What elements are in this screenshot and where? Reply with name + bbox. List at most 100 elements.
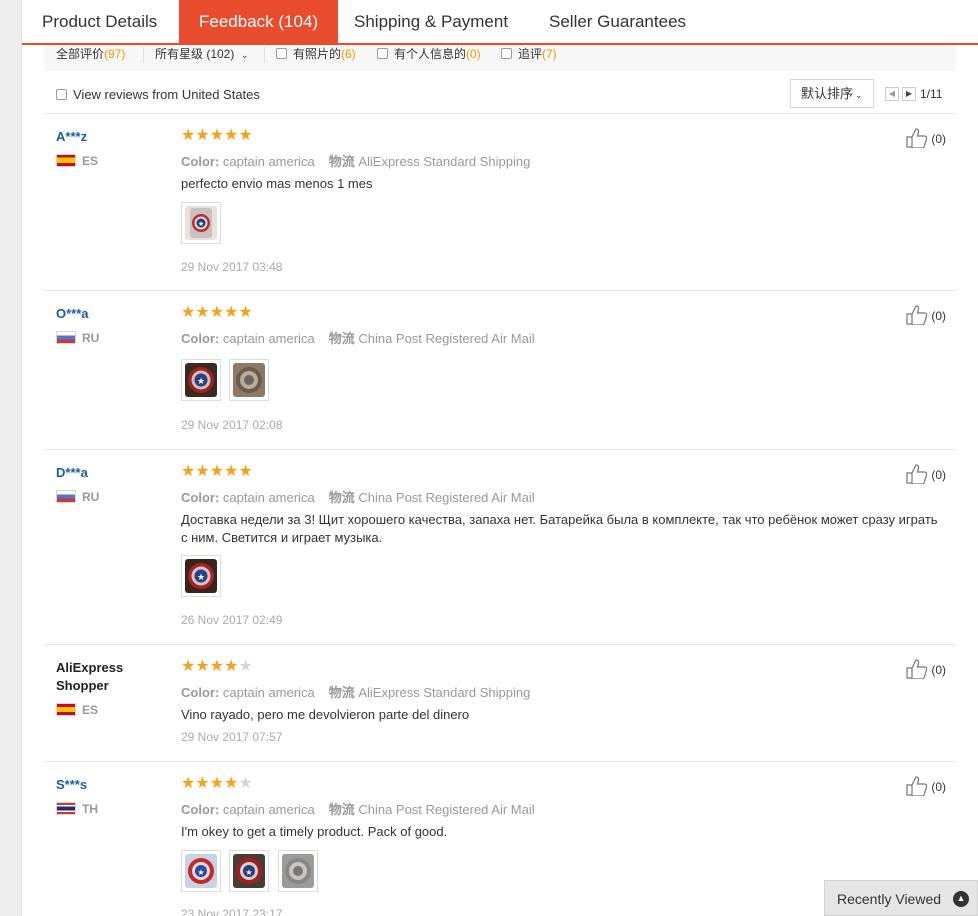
review-meta: Color: captain america 物流 China Post Regi… (181, 799, 535, 818)
checkbox[interactable] (56, 89, 67, 100)
filter-add-label: 追评 (518, 47, 543, 61)
svg-text:★: ★ (198, 220, 204, 228)
filter-with-photos[interactable]: 有照片的(6) (276, 45, 356, 63)
reviewer-country: RU (56, 331, 99, 345)
svg-text:★: ★ (197, 376, 205, 386)
filter-all-count: (97) (104, 47, 126, 61)
review-photo-thumbnail[interactable] (229, 359, 270, 401)
shield-icon: ★ (185, 854, 217, 888)
reviewer-country: RU (56, 490, 99, 504)
recently-viewed-button[interactable]: Recently Viewed ▲ (824, 880, 978, 916)
review-item: A***z ES ★★★★★ Color: captain america 物流 … (44, 114, 956, 291)
feedback-filter-bar: 全部评价(97) 所有星级 (102) ⌄ 有照片的(6) 有个人信息的(0) … (44, 45, 956, 71)
review-photo-thumbnail[interactable]: ★ (229, 850, 270, 892)
review-photos: ★ (181, 202, 225, 244)
product-tabs: Product Details Feedback (104) Shipping … (22, 0, 978, 45)
review-text: Vino rayado, pero me devolvieron parte d… (181, 707, 470, 722)
filter-info-count: (0) (466, 47, 481, 61)
color-label: Color: (181, 490, 220, 505)
reviewer-name[interactable]: AliExpress Shopper (56, 659, 166, 695)
checkbox[interactable] (276, 48, 287, 59)
review-photo-thumbnail[interactable]: ★ (181, 202, 221, 244)
review-date: 29 Nov 2017 02:08 (181, 418, 283, 432)
chevron-down-icon: ⌄ (855, 90, 863, 100)
page-indicator: 1/11 (920, 87, 943, 101)
filter-all-reviews[interactable]: 全部评价(97) (56, 45, 125, 63)
review-photo-thumbnail[interactable] (277, 850, 318, 892)
shield-icon: ★ (185, 363, 217, 397)
filter-star-rating-dropdown[interactable]: 所有星级 (102) ⌄ (155, 45, 248, 64)
filter-info-label: 有个人信息的 (394, 47, 467, 61)
logistics-label: 物流 (328, 685, 355, 700)
country-code: ES (82, 154, 99, 168)
country-code: TH (82, 802, 98, 816)
filter-all-label: 全部评价 (56, 47, 105, 61)
helpful-button[interactable]: (0) (906, 305, 946, 326)
helpful-count: (0) (931, 663, 946, 677)
review-item: S***s TH ★★★★★ Color: captain america 物流 … (44, 762, 956, 916)
review-item: O***a RU ★★★★★ Color: captain america 物流 … (44, 291, 956, 450)
tab-shipping-payment[interactable]: Shipping & Payment (334, 0, 528, 43)
filter-divider (264, 47, 265, 63)
shipping-method: AliExpress Standard Shipping (358, 685, 531, 700)
reviewer-country: ES (56, 703, 98, 717)
helpful-button[interactable]: (0) (906, 659, 946, 680)
review-date: 29 Nov 2017 03:48 (181, 260, 283, 274)
helpful-button[interactable]: (0) (906, 128, 946, 149)
checkbox[interactable] (377, 48, 388, 59)
tab-seller-guarantees[interactable]: Seller Guarantees (529, 0, 706, 43)
review-date: 26 Nov 2017 02:49 (181, 613, 283, 627)
reviewer-name[interactable]: O***a (56, 305, 166, 323)
reviewer-name[interactable]: S***s (56, 776, 166, 794)
filter-additional-feedback[interactable]: 追评(7) (501, 45, 557, 63)
shield-icon: ★ (233, 854, 266, 888)
thumbs-up-icon (906, 128, 928, 149)
shield-icon: ★ (185, 206, 217, 240)
color-label: Color: (181, 331, 220, 346)
russia-flag-icon (56, 331, 76, 344)
prev-page-button[interactable]: ◀ (885, 87, 899, 101)
svg-text:★: ★ (246, 868, 253, 877)
review-text: I'm okey to get a timely product. Pack o… (181, 824, 448, 839)
sort-label: 默认排序 (801, 86, 854, 101)
country-code: ES (82, 703, 99, 717)
sort-dropdown[interactable]: 默认排序 ⌄ (790, 79, 874, 108)
thumbs-up-icon (906, 776, 928, 797)
helpful-button[interactable]: (0) (906, 776, 946, 797)
review-photos: ★ (181, 359, 273, 401)
tab-feedback[interactable]: Feedback (104) (179, 0, 339, 45)
svg-text:★: ★ (197, 868, 204, 877)
thumbs-up-icon (906, 659, 928, 680)
review-photo-thumbnail[interactable]: ★ (181, 555, 221, 597)
russia-flag-icon (56, 490, 76, 503)
review-meta: Color: captain america 物流 China Post Regi… (181, 328, 535, 347)
review-photo-thumbnail[interactable]: ★ (181, 850, 221, 892)
country-code: RU (82, 331, 100, 345)
reviewer-name[interactable]: D***a (56, 464, 166, 482)
page-left-margin (0, 0, 22, 916)
thumbs-up-icon (906, 305, 928, 326)
filter-with-personal-info[interactable]: 有个人信息的(0) (377, 45, 481, 63)
thailand-flag-icon (56, 802, 76, 815)
us-reviews-filter[interactable]: View reviews from United States (56, 87, 260, 102)
color-label: Color: (181, 802, 220, 817)
filter-photo-label: 有照片的 (293, 47, 342, 61)
chevron-up-icon: ▲ (953, 891, 969, 907)
shipping-method: China Post Registered Air Mail (358, 331, 535, 346)
chevron-down-icon: ⌄ (240, 50, 249, 60)
review-meta: Color: captain america 物流 AliExpress Stan… (181, 682, 530, 701)
logistics-label: 物流 (328, 331, 355, 346)
helpful-button[interactable]: (0) (906, 464, 946, 485)
review-photo-thumbnail[interactable]: ★ (181, 359, 221, 401)
helpful-count: (0) (931, 468, 946, 482)
reviewer-name[interactable]: A***z (56, 128, 166, 146)
review-meta: Color: captain america 物流 AliExpress Stan… (181, 151, 530, 170)
review-photos: ★ ★ (181, 850, 322, 892)
shield-icon (233, 363, 266, 397)
next-page-button[interactable]: ▶ (902, 87, 916, 101)
checkbox[interactable] (501, 48, 512, 59)
tab-product-details[interactable]: Product Details (22, 0, 177, 43)
color-value: captain america (222, 685, 315, 700)
thumbs-up-icon (906, 464, 928, 485)
review-item: D***a RU ★★★★★ Color: captain america 物流 … (44, 450, 956, 645)
